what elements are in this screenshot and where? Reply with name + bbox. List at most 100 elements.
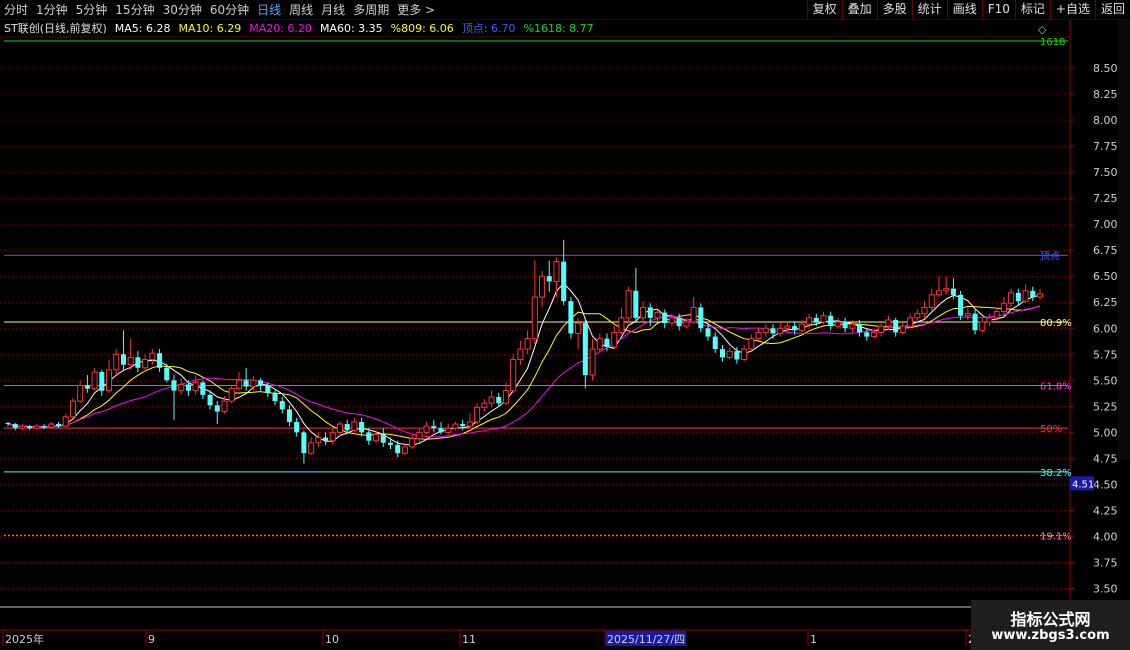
axis-tick-label: 7.50 (1093, 166, 1118, 179)
period-tab[interactable]: 5分钟 (76, 1, 108, 18)
candle-body (878, 325, 885, 333)
candle-body (329, 431, 336, 442)
period-tab[interactable]: 30分钟 (163, 1, 202, 18)
candle-body (214, 405, 220, 412)
candle-body (207, 394, 213, 406)
date-label: 10 (325, 633, 339, 646)
period-tab[interactable]: 日线 (257, 1, 281, 18)
candle-body (120, 354, 126, 365)
tool-button[interactable]: 叠加 (841, 0, 877, 19)
candle-body (986, 317, 993, 323)
tool-button[interactable]: 多股 (876, 0, 912, 19)
axis-tick-label: 4.50 (1093, 478, 1118, 491)
candle-body (712, 336, 718, 350)
candle-body (359, 421, 365, 433)
indicator-value: MA10: 6.29 (178, 21, 242, 35)
candle-body (748, 338, 755, 350)
candle-body (979, 321, 986, 331)
candle-body (683, 321, 690, 327)
candle-body (55, 424, 62, 427)
candle-body (496, 396, 502, 404)
candle-body (423, 425, 430, 433)
tool-button[interactable]: 画线 (946, 0, 982, 19)
axis-tick-label: 7.25 (1093, 192, 1118, 205)
candle-body (366, 432, 372, 441)
fib-level-label: 38.2% (1040, 468, 1072, 479)
candle-body (445, 427, 452, 433)
period-tab[interactable]: 1分钟 (36, 1, 68, 18)
candle-body (171, 380, 177, 391)
candle-body (870, 331, 878, 338)
candle-body (517, 348, 524, 360)
tool-button[interactable]: 统计 (911, 0, 947, 19)
period-tab[interactable]: 分时 (4, 1, 28, 18)
candle-body (561, 261, 567, 302)
candle-body (784, 325, 791, 329)
candle-body (164, 367, 170, 381)
fib-level-label: 80.9% (1040, 318, 1072, 329)
axis-tick-label: 5.25 (1093, 400, 1118, 413)
fib-level-label: 19.1% (1040, 531, 1072, 542)
fib-level-label: 1618 (1040, 37, 1065, 48)
candle-body (604, 338, 610, 347)
candle-body (221, 400, 228, 413)
period-tab[interactable]: 15分钟 (115, 1, 154, 18)
axis-tick-label: 6.25 (1093, 296, 1118, 309)
candle-body (1015, 292, 1021, 302)
tool-button[interactable]: +自选 (1049, 0, 1095, 19)
candle-body (416, 431, 423, 440)
axis-tick-label: 5.75 (1093, 348, 1118, 361)
period-tab[interactable]: 更多 > (397, 1, 435, 18)
candle-body (755, 331, 762, 340)
candle-body (864, 332, 870, 337)
candle-body (668, 317, 675, 324)
candle-body (401, 446, 408, 454)
kline-chart[interactable]: 1618顶点80.9%61.8%50%38.2%19.1%◇ 8.508.258… (0, 0, 1130, 650)
candle-body (48, 423, 55, 428)
period-tab[interactable]: 周线 (289, 1, 313, 18)
axis-tick-label: 5.00 (1093, 426, 1118, 439)
candle-body (336, 423, 343, 433)
candle-body (539, 275, 546, 298)
candle-body (200, 382, 206, 395)
candle-body (943, 288, 950, 292)
candle-body (993, 311, 1000, 319)
candle-body (228, 388, 235, 402)
candle-body (308, 442, 315, 454)
candle-body (127, 356, 134, 366)
top-toolbar: 分时 1分钟 5分钟 15分钟 30分钟 60分钟 日线 周线 月线 多周期 更多 > 复权 叠加 多股… (0, 0, 1130, 20)
candle-body (452, 423, 459, 429)
period-tab[interactable]: 月线 (321, 1, 345, 18)
tool-button[interactable]: 标记 (1014, 0, 1050, 19)
candle-body (857, 324, 863, 333)
candle-body (662, 312, 668, 324)
axis-price-marker: 4.51 (1072, 479, 1094, 490)
ma5-line (7, 282, 1041, 446)
date-label: 9 (148, 633, 155, 646)
date-label: 1 (810, 633, 817, 646)
indicator-value: MA5: 6.28 (114, 21, 171, 35)
candle-body (1030, 290, 1036, 298)
fib-level-label: 50% (1040, 424, 1062, 435)
period-tab[interactable]: 多周期 (353, 1, 389, 18)
candle-body (582, 323, 588, 376)
axis-tick-label: 4.00 (1093, 530, 1118, 543)
candle-body (258, 380, 264, 386)
candle-body (474, 406, 481, 423)
candle-body (99, 371, 105, 391)
candle-body (625, 290, 632, 319)
tool-button[interactable]: 返回 (1094, 0, 1130, 19)
axis-tick-label: 7.00 (1093, 218, 1118, 231)
period-tab[interactable]: 60分钟 (210, 1, 249, 18)
axis-tick-label: 8.50 (1093, 62, 1118, 75)
candle-body (734, 351, 740, 360)
candle-body (633, 290, 639, 318)
candle-body (676, 317, 682, 327)
tool-button[interactable]: F10 (981, 0, 1015, 19)
candle-body (950, 288, 956, 295)
candle-body (157, 353, 163, 368)
candle-body (265, 385, 271, 393)
candle-body (77, 385, 84, 402)
tool-button[interactable]: 复权 (806, 0, 842, 19)
candle-body (142, 358, 149, 369)
